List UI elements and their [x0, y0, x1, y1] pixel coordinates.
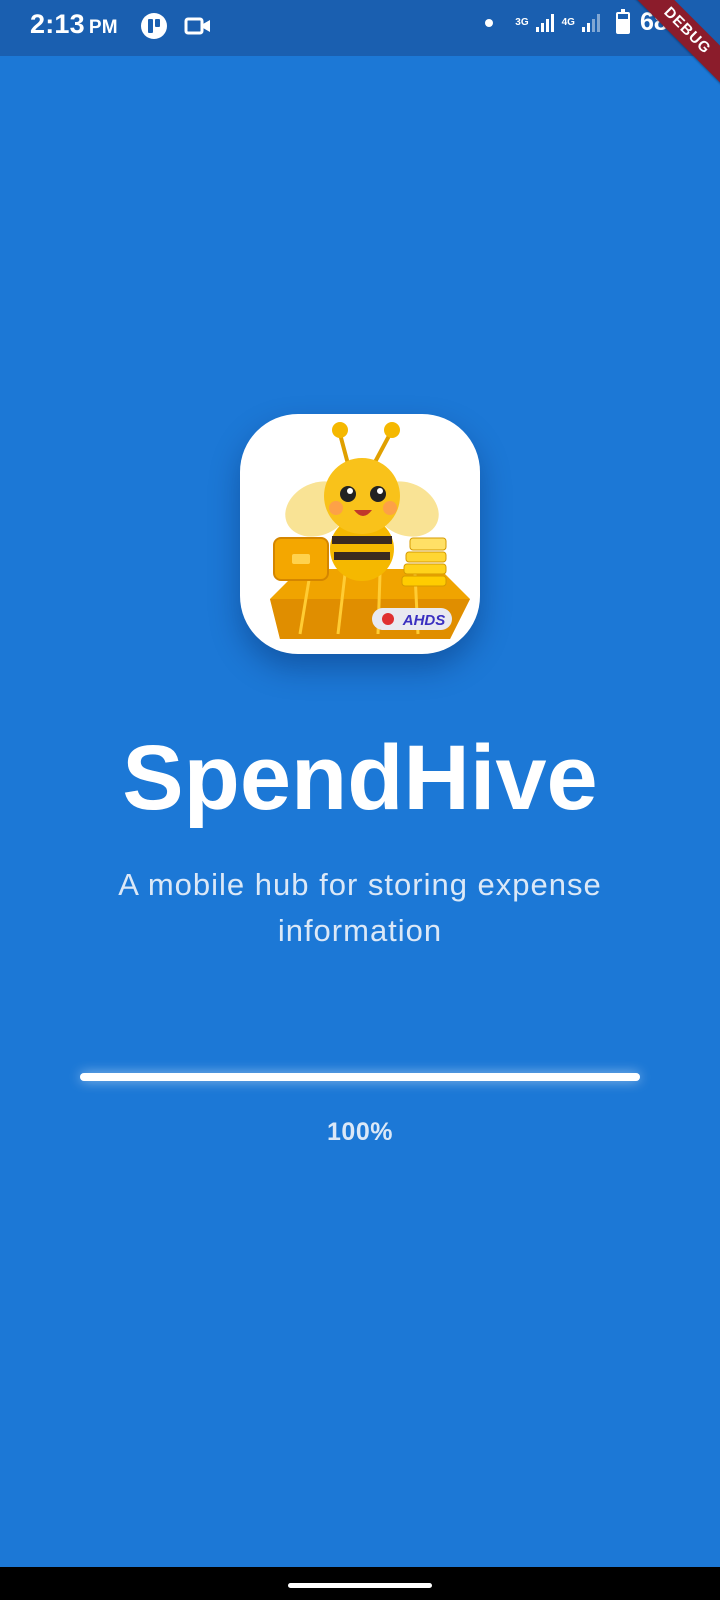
signal-strength-2-icon [581, 13, 600, 32]
network-type-2: 4G [561, 17, 575, 28]
status-time-ampm: PM [88, 17, 118, 38]
status-left-icons [140, 12, 212, 45]
status-time: 2:13 PM [30, 9, 118, 40]
loading-progress-bar [80, 1073, 640, 1081]
battery-fill [617, 19, 628, 32]
app-subtitle: A mobile hub for storing expense informa… [118, 867, 602, 948]
home-gesture-handle[interactable] [288, 1583, 432, 1588]
notification-dot-icon [485, 18, 494, 27]
signal-strength-1-icon [535, 13, 554, 32]
logo-label: AHDS [402, 612, 446, 629]
battery-icon [615, 8, 630, 34]
video-camera-icon [184, 14, 212, 43]
network-type-1: 3G [515, 17, 529, 28]
notification-app-icon [140, 12, 168, 45]
loading-progress-fill [80, 1073, 640, 1081]
loading-progress-label: 100% [327, 1118, 393, 1146]
bee-mascot-icon: AHDS [270, 422, 470, 639]
status-bar: 2:13PM 3G 4G 68% [0, 0, 720, 56]
app-logo: AHDS [240, 414, 480, 654]
status-time-value: 2:13 [30, 9, 85, 39]
system-nav-bar [0, 1567, 720, 1600]
app-title: SpendHive [122, 727, 598, 829]
